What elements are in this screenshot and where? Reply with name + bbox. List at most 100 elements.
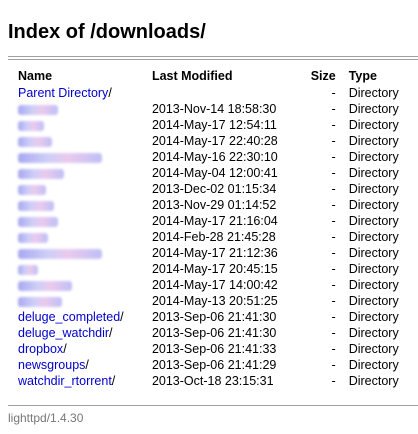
row-size: -	[331, 214, 336, 228]
row-name-cell: newsgroups/	[18, 357, 152, 373]
row-type: Directory	[348, 198, 399, 212]
table-row: 2014-May-16 22:30:10 - Directory	[18, 149, 418, 165]
redacted-directory-link[interactable]	[18, 280, 72, 291]
page-title: Index of /downloads/	[8, 21, 206, 43]
table-row: 2014-May-04 12:00:41 - Directory	[18, 165, 418, 181]
row-last-modified: 2013-Sep-06 21:41:30	[151, 310, 277, 324]
row-last-modified: 2014-May-17 22:40:28	[151, 134, 278, 148]
row-name-cell	[18, 197, 152, 213]
row-name-cell: Parent Directory/	[18, 85, 152, 101]
redacted-directory-link[interactable]	[18, 152, 102, 163]
row-name-cell	[18, 149, 152, 165]
row-last-modified: 2013-Oct-18 23:15:31	[151, 374, 274, 388]
directory-link[interactable]: deluge_watchdir	[18, 326, 109, 340]
row-last-modified: 2013-Sep-06 21:41:30	[151, 326, 277, 340]
redacted-directory-link[interactable]	[18, 200, 54, 211]
table-row: 2014-May-17 22:40:28 - Directory	[18, 133, 418, 149]
row-last-modified: 2014-May-17 21:16:04	[151, 214, 278, 228]
column-header-type[interactable]: Type	[349, 67, 418, 85]
row-name-cell	[18, 277, 152, 293]
row-type: Directory	[348, 310, 399, 324]
row-last-modified: 2013-Nov-14 18:58:30	[151, 102, 277, 116]
row-type: Directory	[348, 102, 399, 116]
table-row: 2013-Nov-29 01:14:52 - Directory	[18, 197, 418, 213]
row-type: Directory	[348, 278, 399, 292]
directory-link[interactable]: newsgroups	[18, 358, 85, 372]
table-row: 2014-May-17 20:45:15 - Directory	[18, 261, 418, 277]
row-name-cell: deluge_watchdir/	[18, 325, 152, 341]
table-row: 2013-Dec-02 01:15:34 - Directory	[18, 181, 418, 197]
row-size: -	[331, 150, 336, 164]
row-name-cell	[18, 213, 152, 229]
parent-directory-link[interactable]: Parent Directory	[18, 86, 108, 100]
row-last-modified: 2014-May-17 20:45:15	[151, 262, 278, 276]
row-last-modified: 2014-May-13 20:51:25	[151, 294, 278, 308]
row-size: -	[331, 262, 336, 276]
row-last-modified: 2014-May-17 14:00:42	[151, 278, 278, 292]
row-type: Directory	[348, 134, 399, 148]
redacted-directory-link[interactable]	[18, 232, 48, 243]
redacted-directory-link[interactable]	[18, 264, 38, 275]
row-name-cell	[18, 261, 152, 277]
header-row: Name Last Modified Size Type	[18, 67, 418, 85]
listing-table: Name Last Modified Size Type Parent Dire…	[18, 67, 418, 389]
row-size: -	[331, 230, 336, 244]
row-type: Directory	[348, 326, 399, 340]
row-last-modified: 2014-May-17 21:12:36	[151, 246, 278, 260]
parent-directory-row: Parent Directory/ - Directory	[18, 85, 418, 101]
row-type: Directory	[348, 150, 399, 164]
redacted-directory-link[interactable]	[18, 296, 62, 307]
row-last-modified: 2014-May-17 12:54:11	[151, 118, 277, 132]
directory-link[interactable]: deluge_completed	[18, 310, 120, 324]
row-size: -	[331, 86, 336, 100]
path-slash: /	[120, 310, 124, 324]
row-name-cell: deluge_completed/	[18, 309, 152, 325]
table-row: 2014-May-17 12:54:11 - Directory	[18, 117, 418, 133]
directory-listing: Name Last Modified Size Type Parent Dire…	[8, 59, 418, 406]
row-type: Directory	[348, 86, 399, 100]
row-type: Directory	[348, 262, 399, 276]
table-row: watchdir_rtorrent/2013-Oct-18 23:15:31- D…	[18, 373, 418, 389]
path-slash: /	[108, 86, 112, 100]
row-name-cell	[18, 181, 152, 197]
column-header-last-modified[interactable]: Last Modified	[152, 67, 295, 85]
path-slash: /	[111, 374, 116, 388]
row-name-cell	[18, 293, 152, 309]
row-last-modified: 2013-Sep-06 21:41:29	[151, 358, 277, 372]
redacted-directory-link[interactable]	[18, 248, 102, 259]
redacted-directory-link[interactable]	[18, 120, 44, 131]
redacted-directory-link[interactable]	[18, 136, 52, 147]
directory-link[interactable]: dropbox	[18, 342, 63, 356]
row-last-modified: 2013-Sep-06 21:41:33	[151, 342, 277, 356]
row-type: Directory	[348, 214, 399, 228]
title-divider	[8, 56, 418, 57]
row-name-cell	[18, 245, 152, 261]
server-signature: lighttpd/1.4.30	[8, 411, 84, 425]
column-header-size[interactable]: Size	[295, 67, 348, 85]
row-last-modified: 2014-May-16 22:30:10	[151, 150, 278, 164]
redacted-directory-link[interactable]	[18, 216, 58, 227]
row-last-modified	[152, 85, 295, 101]
row-size: -	[331, 246, 336, 260]
row-type: Directory	[348, 294, 399, 308]
row-type: Directory	[348, 358, 399, 372]
row-size: -	[331, 134, 336, 148]
row-size: -	[331, 118, 336, 132]
path-slash: /	[85, 358, 89, 372]
row-size: -	[331, 310, 336, 324]
row-type: Directory	[348, 342, 399, 356]
row-last-modified: 2014-May-04 12:00:41	[151, 166, 278, 180]
redacted-directory-link[interactable]	[18, 168, 64, 179]
row-type: Directory	[348, 118, 399, 132]
row-size: -	[331, 342, 336, 356]
redacted-directory-link[interactable]	[18, 184, 46, 195]
row-type: Directory	[348, 246, 399, 260]
row-name-cell	[18, 133, 152, 149]
row-size: -	[331, 182, 336, 196]
column-header-name[interactable]: Name	[18, 67, 152, 85]
row-size: -	[331, 374, 336, 388]
row-last-modified: 2013-Dec-02 01:15:34	[151, 182, 277, 196]
row-last-modified: 2013-Nov-29 01:14:52	[151, 198, 277, 212]
directory-link[interactable]: watchdir_rtorrent	[18, 374, 112, 388]
redacted-directory-link[interactable]	[18, 104, 58, 115]
